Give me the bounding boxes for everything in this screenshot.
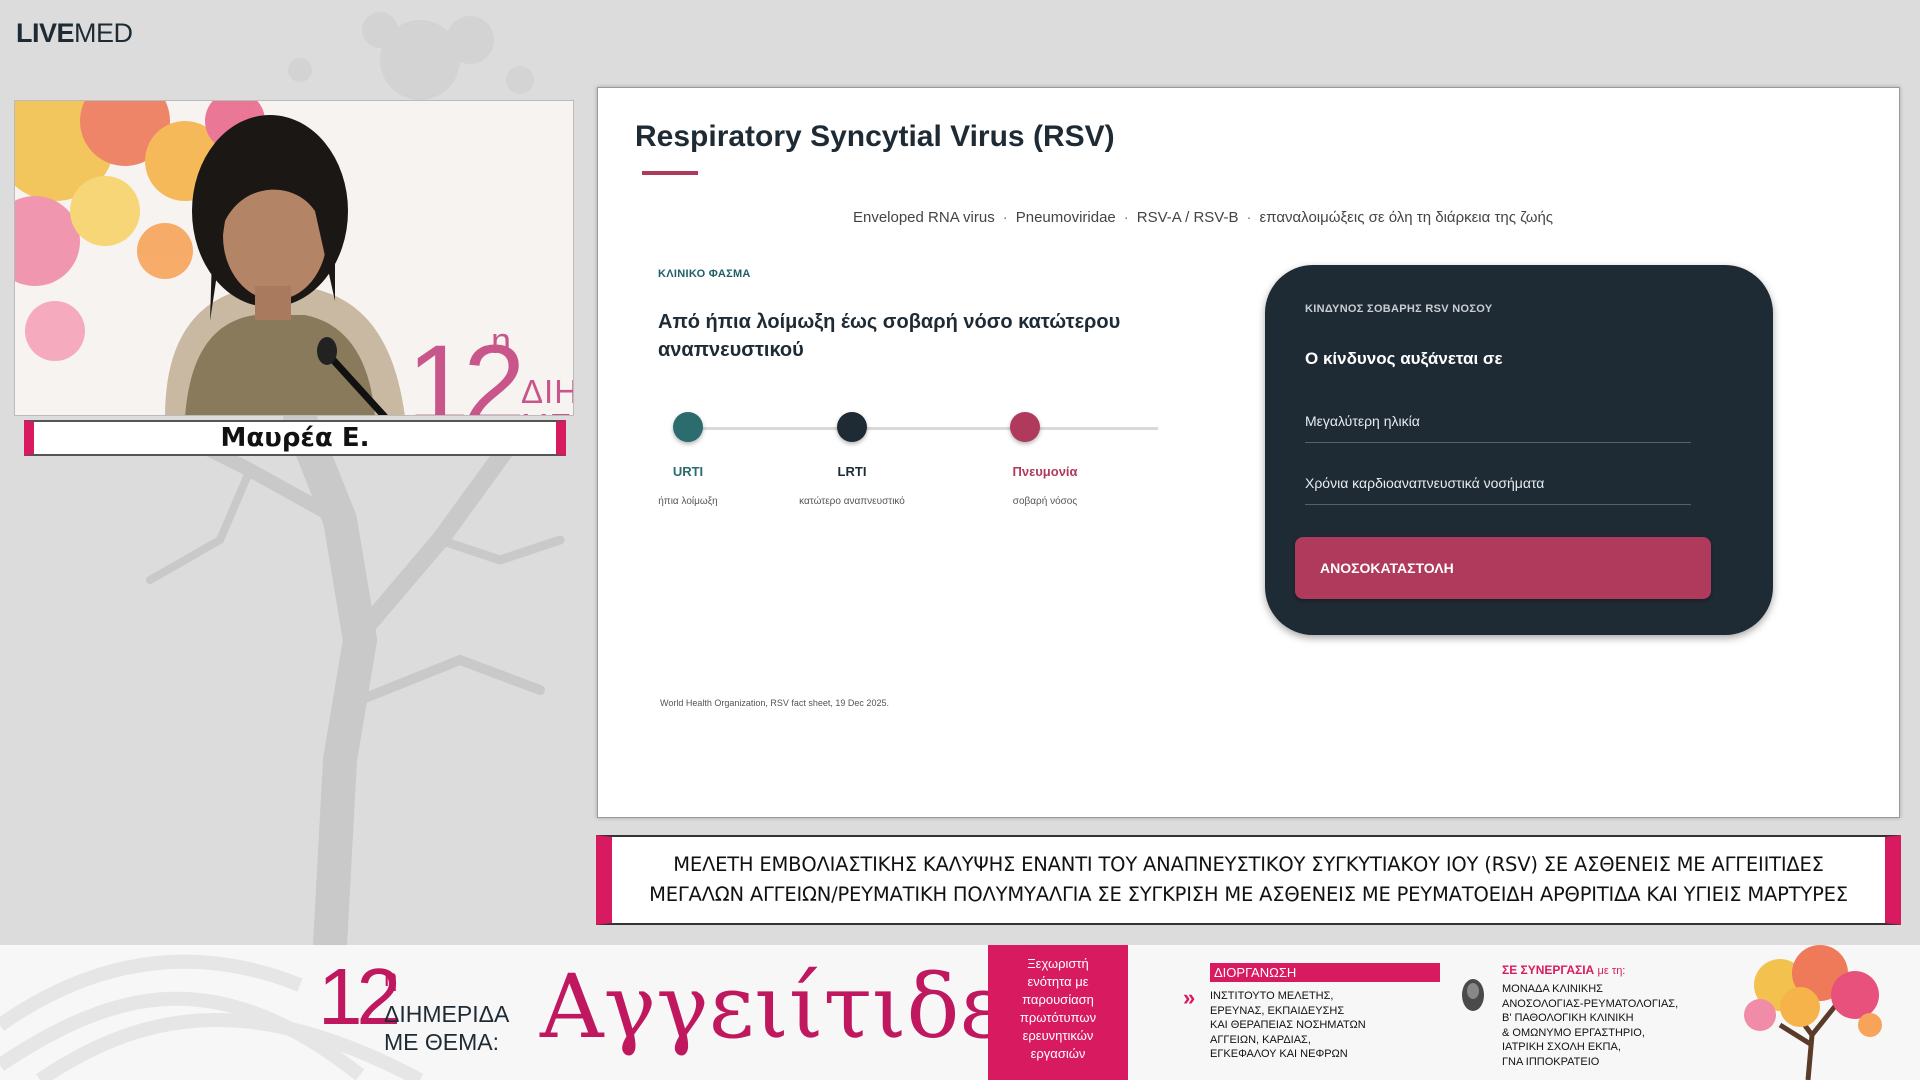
risk-heading: Ο κίνδυνος αυξάνεται σε bbox=[1305, 349, 1503, 368]
university-seal-icon bbox=[1462, 979, 1484, 1011]
subtitle-item: RSV-A / RSV-B bbox=[1136, 209, 1239, 226]
slide-source: World Health Organization, RSV fact shee… bbox=[660, 698, 889, 708]
research-box-line: ερευνητικών bbox=[1022, 1028, 1094, 1043]
video-event-word1: ΔΙΗΜ bbox=[521, 373, 573, 410]
stage-desc-urti: ήπια λοίμωξη bbox=[658, 496, 718, 507]
organizer-label: ΔΙΟΡΓΑΝΩΣΗ bbox=[1210, 963, 1440, 982]
research-box-line: παρουσίαση bbox=[1022, 992, 1094, 1007]
research-box-line: ενότητα με bbox=[1027, 974, 1089, 989]
stage-name-pneumonia: Πνευμονία bbox=[1012, 464, 1078, 479]
banner-event-word2: ΜΕ ΘΕΜΑ: bbox=[384, 1029, 500, 1055]
banner-event-title: Αγγειίτιδες bbox=[540, 955, 1055, 1058]
video-event-sup: n bbox=[491, 320, 512, 361]
research-box-line: εργασιών bbox=[1030, 1046, 1086, 1061]
spectrum-label: ΚΛΙΝΙΚΟ ΦΑΣΜΑ bbox=[658, 268, 751, 280]
banner-event-sup: η bbox=[384, 965, 398, 992]
timeline-line bbox=[676, 427, 1158, 430]
speaker-name: Μαυρέα Ε. bbox=[220, 423, 370, 453]
banner-event-word1: ΔΙΗΜΕΡΙΔΑ bbox=[384, 1001, 510, 1027]
risk-item: Χρόνια καρδιοαναπνευστικά νοσήματα bbox=[1305, 465, 1691, 505]
subtitle-item: Enveloped RNA virus bbox=[852, 209, 995, 226]
banner-research-box: Ξεχωριστή ενότητα με παρουσίαση πρωτότυπ… bbox=[988, 945, 1128, 1080]
stage-name-lrti: LRTI bbox=[837, 464, 867, 479]
research-box-line: πρωτότυπων bbox=[1019, 1010, 1097, 1025]
risk-label: ΚΙΝΔΥΝΟΣ ΣΟΒΑΡΗΣ RSV ΝΟΣΟΥ bbox=[1305, 303, 1493, 315]
event-banner: 12 η ΔΙΗΜΕΡΙΔΑ ΜΕ ΘΕΜΑ: Αγγειίτιδες Ξεχω… bbox=[0, 945, 1920, 1080]
timeline-node-urti bbox=[673, 412, 703, 442]
double-chevron-icon: » bbox=[1183, 985, 1196, 1010]
title-underline bbox=[642, 171, 698, 175]
video-event-word2: ΜΕ bbox=[521, 409, 573, 415]
research-box-line: Ξεχωριστή bbox=[1027, 956, 1089, 971]
organizer-text: ΙΝΣΤΙΤΟΥΤΟ ΜΕΛΕΤΗΣ, ΕΡΕΥΝΑΣ, ΕΚΠΑΙΔΕΥΣΗΣ… bbox=[1210, 990, 1366, 1060]
stage-name-urti: URTI bbox=[672, 464, 704, 479]
subtitle-separator: · bbox=[1123, 209, 1129, 226]
livemed-logo: LIVEMED bbox=[16, 18, 133, 48]
autumn-tree-logo bbox=[1744, 945, 1882, 1080]
stage-desc-lrti: κατώτερο αναπνευστικό bbox=[799, 496, 905, 507]
spectrum-heading: Από ήπια λοίμωξη έως σοβαρή νόσο κατώτερ… bbox=[658, 311, 1121, 361]
stage-desc-pneumonia: σοβαρή νόσος bbox=[1012, 496, 1078, 507]
speaker-video: 12 n ΔΙΗΜ ΜΕ bbox=[14, 100, 574, 416]
presentation-slide: Respiratory Syncytial Virus (RSV) Envelo… bbox=[597, 87, 1900, 818]
subtitle-item: επαναλοιμώξεις σε όλη τη διάρκεια της ζω… bbox=[1259, 209, 1554, 226]
timeline-node-lrti bbox=[837, 412, 867, 442]
risk-highlight-immunosuppression: ΑΝΟΣΟΚΑΤΑΣΤΟΛΗ bbox=[1295, 537, 1711, 599]
risk-card: ΚΙΝΔΥΝΟΣ ΣΟΒΑΡΗΣ RSV ΝΟΣΟΥ Ο κίνδυνος αυ… bbox=[1265, 265, 1773, 635]
subtitle-item: Pneumoviridae bbox=[1015, 209, 1116, 226]
slide-title: Respiratory Syncytial Virus (RSV) bbox=[635, 120, 1115, 153]
talk-title-caption: ΜΕΛΕΤΗ ΕΜΒΟΛΙΑΣΤΙΚΗΣ ΚΑΛΥΨΗΣ ΕΝΑΝΤΙ ΤΟΥ … bbox=[596, 835, 1901, 925]
timeline-node-pneumonia bbox=[1010, 412, 1040, 442]
speaker-name-bar: Μαυρέα Ε. bbox=[24, 420, 566, 456]
collaboration-label: ΣΕ ΣΥΝΕΡΓΑΣΙΑ με τη: bbox=[1502, 963, 1626, 977]
caption-line-1: ΜΕΛΕΤΗ ΕΜΒΟΛΙΑΣΤΙΚΗΣ ΚΑΛΥΨΗΣ ΕΝΑΝΤΙ ΤΟΥ … bbox=[673, 853, 1824, 876]
collaboration-text: ΜΟΝΑΔΑ ΚΛΙΝΙΚΗΣ ΑΝΟΣΟΛΟΓΙΑΣ-ΡΕΥΜΑΤΟΛΟΓΙΑ… bbox=[1502, 983, 1679, 1068]
subtitle-separator: · bbox=[1246, 209, 1252, 226]
risk-item: Μεγαλύτερη ηλικία bbox=[1305, 403, 1691, 443]
slide-subtitle: Enveloped RNA virus · Pneumoviridae · RSV-A … bbox=[598, 209, 1808, 226]
subtitle-separator: · bbox=[1002, 209, 1008, 226]
caption-line-2: ΜΕΓΑΛΩΝ ΑΓΓΕΙΩΝ/ΡΕΥΜΑΤΙΚΗ ΠΟΛΥΜΥΑΛΓΙΑ ΣΕ… bbox=[649, 883, 1848, 906]
